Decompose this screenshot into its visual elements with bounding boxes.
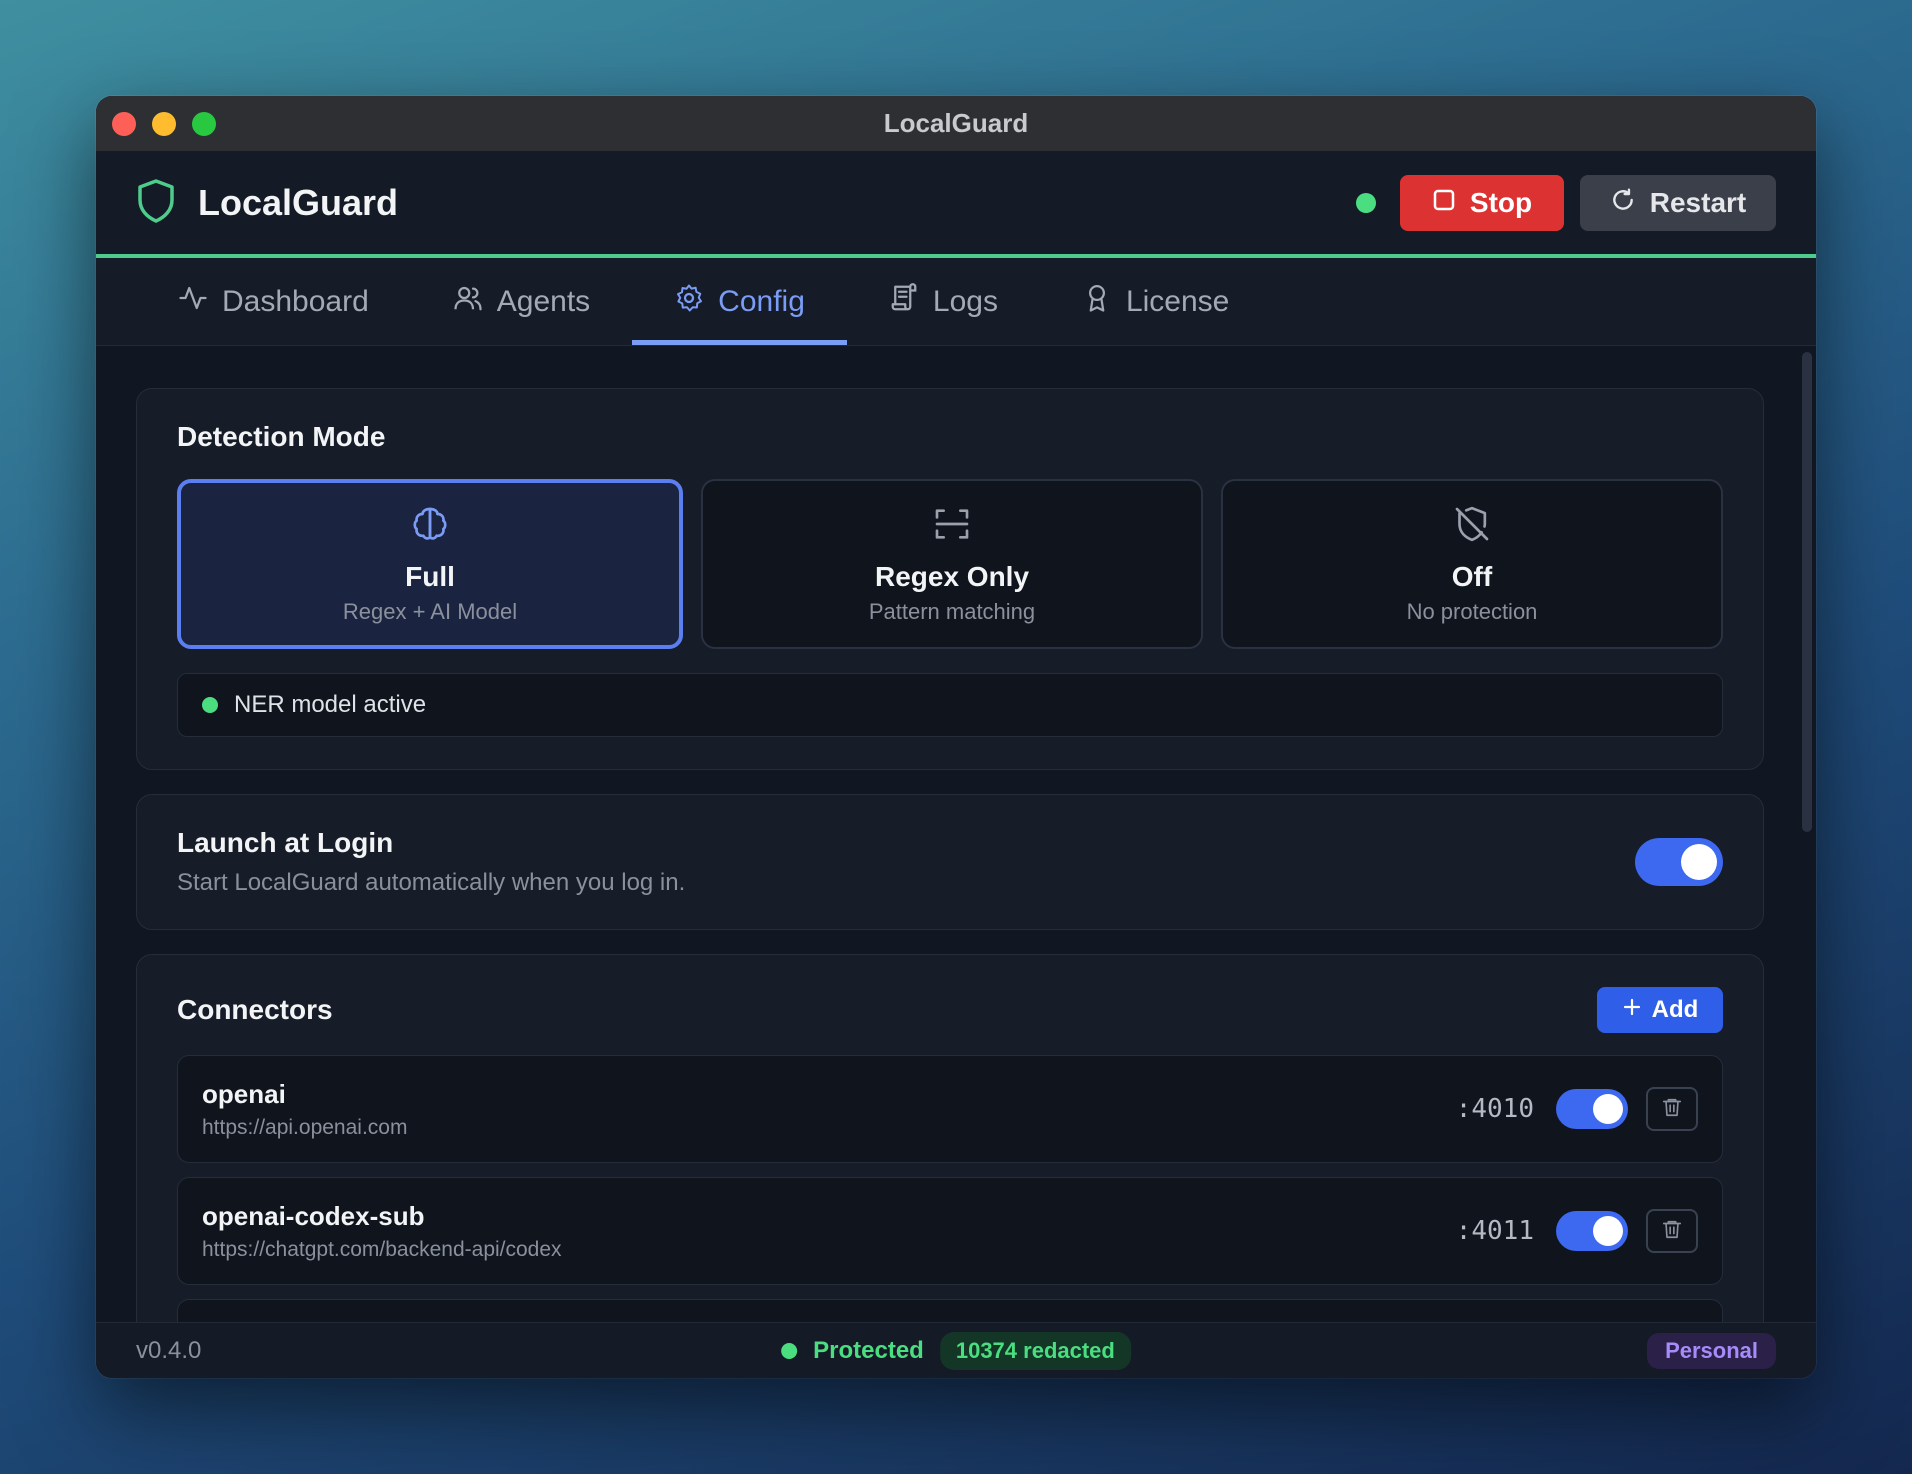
- add-label: Add: [1651, 996, 1699, 1023]
- ner-status-text: NER model active: [234, 691, 427, 718]
- connector-enabled-toggle[interactable]: [1556, 1211, 1628, 1251]
- launch-at-login-title: Launch at Login: [177, 827, 394, 858]
- window-controls: [112, 112, 216, 136]
- activity-icon: [178, 283, 208, 321]
- delete-connector-button[interactable]: [1646, 1209, 1698, 1253]
- tab-logs[interactable]: Logs: [847, 258, 1040, 345]
- tab-dashboard[interactable]: Dashboard: [136, 258, 411, 345]
- plus-icon: [1622, 996, 1642, 1024]
- ner-status-dot: [202, 697, 218, 713]
- mode-description: Regex + AI Model: [342, 598, 518, 624]
- connector-name: openai-codex-sub: [202, 1200, 425, 1231]
- add-connector-button[interactable]: Add: [1597, 987, 1723, 1033]
- stop-button[interactable]: Stop: [1400, 175, 1564, 231]
- mode-off-option[interactable]: Off No protection: [1221, 479, 1723, 649]
- trash-icon: [1661, 1218, 1683, 1245]
- window-title: LocalGuard: [883, 108, 1029, 138]
- mode-regex-option[interactable]: Regex Only Pattern matching: [701, 479, 1203, 649]
- protection-status: Protected 10374 redacted: [781, 1331, 1131, 1370]
- header-actions: Stop Restart: [1356, 175, 1776, 231]
- gear-icon: [674, 283, 704, 321]
- tab-agents[interactable]: Agents: [411, 258, 632, 345]
- connector-info: openai https://api.openai.com: [202, 1079, 407, 1140]
- stop-label: Stop: [1469, 187, 1533, 218]
- mode-description: No protection: [1406, 598, 1538, 624]
- award-icon: [1082, 283, 1112, 321]
- connector-controls: :4011: [1456, 1209, 1698, 1253]
- connector-controls: :4010: [1456, 1087, 1698, 1131]
- connector-url: https://api.openai.com: [202, 1115, 408, 1139]
- zoom-window-button[interactable]: [192, 112, 216, 136]
- restart-label: Restart: [1649, 187, 1747, 218]
- mode-label: Regex Only: [874, 560, 1030, 592]
- scan-icon: [932, 504, 972, 549]
- restart-button[interactable]: Restart: [1580, 175, 1776, 231]
- tab-label: Dashboard: [222, 284, 369, 318]
- title-bar: LocalGuard: [96, 96, 1816, 152]
- connector-row: openai-codex-sub https://chatgpt.com/bac…: [177, 1177, 1723, 1285]
- connector-enabled-toggle[interactable]: [1556, 1089, 1628, 1129]
- connectors-card: Connectors Add openai https://api.openai…: [136, 954, 1764, 1322]
- protected-label: Protected: [813, 1336, 924, 1364]
- app-version: v0.4.0: [136, 1336, 202, 1364]
- app-header: LocalGuard Stop Restart: [96, 152, 1816, 258]
- trash-icon: [1661, 1096, 1683, 1123]
- connector-info: openai-codex-sub https://chatgpt.com/bac…: [202, 1201, 562, 1262]
- tab-license[interactable]: License: [1040, 258, 1271, 345]
- config-panel: Detection Mode Full Regex + AI Model Reg…: [96, 350, 1816, 1322]
- minimize-window-button[interactable]: [152, 112, 176, 136]
- connectors-title: Connectors: [177, 994, 333, 1025]
- delete-connector-button[interactable]: [1646, 1087, 1698, 1131]
- connector-row: openai https://api.openai.com :4010: [177, 1055, 1723, 1163]
- brand: LocalGuard: [136, 178, 398, 229]
- tab-label: License: [1125, 284, 1230, 318]
- shield-off-icon: [1452, 504, 1492, 549]
- detection-mode-title: Detection Mode: [177, 421, 386, 452]
- plan-badge: Personal: [1647, 1332, 1776, 1369]
- close-window-button[interactable]: [112, 112, 136, 136]
- brain-icon: [410, 504, 450, 549]
- status-indicator: [1356, 193, 1376, 213]
- users-icon: [453, 283, 483, 321]
- tab-label: Agents: [496, 284, 591, 318]
- scroll-icon: [889, 282, 919, 321]
- connectors-header: Connectors Add: [177, 987, 1723, 1033]
- tab-bar: Dashboard Agents Config Logs License: [96, 258, 1816, 346]
- launch-at-login-text: Launch at Login Start LocalGuard automat…: [177, 827, 685, 897]
- mode-description: Pattern matching: [868, 598, 1036, 624]
- tab-label: Logs: [932, 284, 998, 318]
- mode-label: Full: [405, 560, 455, 592]
- status-footer: v0.4.0 Protected 10374 redacted Personal: [96, 1322, 1816, 1378]
- protected-dot: [781, 1342, 798, 1359]
- launch-at-login-card: Launch at Login Start LocalGuard automat…: [136, 794, 1764, 930]
- connector-port: :4011: [1455, 1216, 1534, 1246]
- connector-row: [177, 1299, 1723, 1322]
- detection-mode-card: Detection Mode Full Regex + AI Model Reg…: [136, 388, 1764, 770]
- mode-label: Off: [1451, 560, 1493, 592]
- refresh-icon: [1610, 187, 1636, 220]
- stop-icon: [1432, 187, 1456, 219]
- launch-at-login-description: Start LocalGuard automatically when you …: [177, 869, 686, 896]
- connector-name: openai: [202, 1078, 286, 1109]
- brand-name: LocalGuard: [198, 182, 399, 223]
- tab-label: Config: [718, 284, 805, 318]
- redacted-count-badge: 10374 redacted: [939, 1331, 1131, 1370]
- detection-mode-options: Full Regex + AI Model Regex Only Pattern…: [177, 479, 1723, 649]
- scrollbar[interactable]: [1802, 352, 1812, 832]
- connector-url: https://chatgpt.com/backend-api/codex: [202, 1237, 562, 1261]
- shield-logo-icon: [136, 178, 176, 229]
- ner-status-bar: NER model active: [177, 673, 1723, 737]
- connector-port: :4010: [1455, 1094, 1534, 1124]
- launch-at-login-toggle[interactable]: [1635, 838, 1723, 886]
- app-window: LocalGuard LocalGuard Stop Restart Dashb…: [96, 96, 1816, 1378]
- tab-config[interactable]: Config: [632, 258, 847, 345]
- mode-full-option[interactable]: Full Regex + AI Model: [177, 479, 683, 649]
